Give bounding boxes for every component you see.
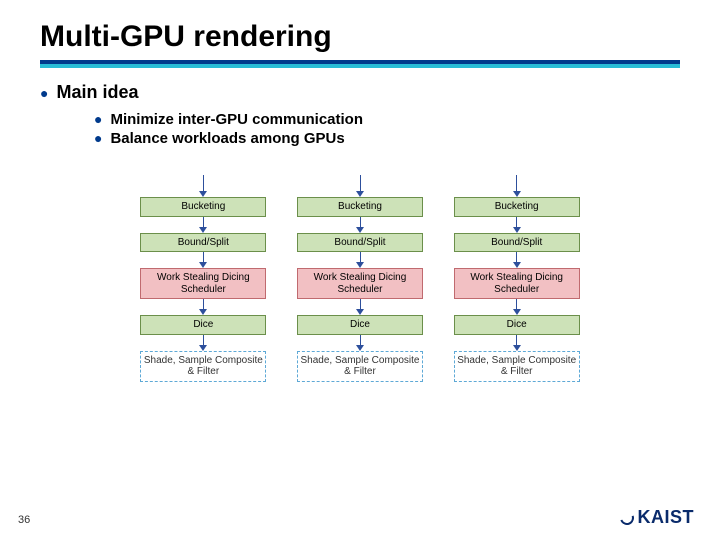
bullet-icon: ●	[94, 130, 102, 146]
pipeline-stage-box: Shade, Sample Composite & Filter	[297, 351, 423, 382]
pipeline-stage-box: Work Stealing Dicing Scheduler	[140, 268, 266, 299]
arrow-down-icon	[356, 175, 364, 197]
sub-bullet-text: Minimize inter-GPU communication	[110, 111, 363, 128]
sub-bullet-item: ● Minimize inter-GPU communication	[94, 111, 680, 128]
arrow-down-icon	[513, 335, 521, 351]
pipeline-stage-box: Work Stealing Dicing Scheduler	[297, 268, 423, 299]
bullet-icon: ●	[40, 85, 48, 101]
slide-title: Multi-GPU rendering	[40, 20, 680, 54]
arrow-down-icon	[199, 252, 207, 268]
arrow-down-icon	[513, 217, 521, 233]
arrow-down-icon	[356, 217, 364, 233]
arrow-down-icon	[199, 175, 207, 197]
main-idea-text: Main idea	[56, 82, 138, 103]
kaist-logo: KAIST	[620, 507, 695, 528]
pipeline-stage-box: Dice	[454, 315, 580, 335]
sub-bullet-text: Balance workloads among GPUs	[110, 130, 344, 147]
sub-bullet-item: ● Balance workloads among GPUs	[94, 130, 680, 147]
arrow-down-icon	[356, 299, 364, 315]
bullet-icon: ●	[94, 111, 102, 127]
arrow-down-icon	[199, 299, 207, 315]
sub-bullet-list: ● Minimize inter-GPU communication ● Bal…	[94, 111, 680, 147]
pipeline-stage-box: Dice	[140, 315, 266, 335]
pipeline-column: Bucketing Bound/Split Work Stealing Dicing…	[453, 175, 580, 382]
pipeline-column: Bucketing Bound/Split Work Stealing Dicing…	[297, 175, 424, 382]
arrow-down-icon	[513, 252, 521, 268]
pipeline-stage-box: Bucketing	[454, 197, 580, 217]
page-number: 36	[18, 514, 30, 526]
arrow-down-icon	[199, 217, 207, 233]
pipeline-stage-box: Bound/Split	[297, 233, 423, 253]
pipeline-column: Bucketing Bound/Split Work Stealing Dicing…	[140, 175, 267, 382]
arrow-down-icon	[356, 252, 364, 268]
pipeline-stage-box: Bucketing	[140, 197, 266, 217]
logo-text: KAIST	[638, 507, 695, 528]
pipeline-stage-box: Bound/Split	[140, 233, 266, 253]
arrow-down-icon	[199, 335, 207, 351]
arrow-down-icon	[513, 299, 521, 315]
title-rule	[40, 60, 680, 68]
pipeline-stage-box: Dice	[297, 315, 423, 335]
pipeline-stage-box: Work Stealing Dicing Scheduler	[454, 268, 580, 299]
main-idea-heading: ● Main idea	[40, 82, 680, 103]
pipeline-stage-box: Bound/Split	[454, 233, 580, 253]
pipeline-stage-box: Shade, Sample Composite & Filter	[454, 351, 580, 382]
pipeline-stage-box: Shade, Sample Composite & Filter	[140, 351, 266, 382]
logo-swoosh-icon	[617, 508, 636, 527]
arrow-down-icon	[356, 335, 364, 351]
pipeline-stage-box: Bucketing	[297, 197, 423, 217]
pipeline-diagram: Bucketing Bound/Split Work Stealing Dicing…	[140, 175, 580, 382]
arrow-down-icon	[513, 175, 521, 197]
